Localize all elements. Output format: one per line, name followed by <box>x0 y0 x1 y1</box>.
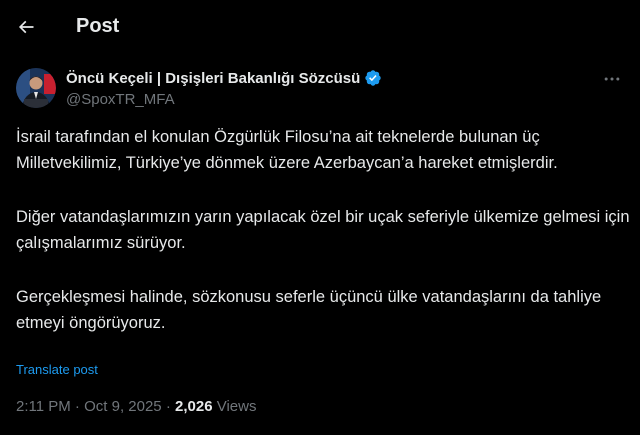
tweet-paragraph: Gerçekleşmesi halinde, sözkonusu seferle… <box>16 288 602 332</box>
post-time[interactable]: 2:11 PM <box>16 398 71 415</box>
name-row: Öncü Keçeli | Dışişleri Bakanlığı Sözcüs… <box>66 68 382 88</box>
verified-badge-icon[interactable] <box>364 69 382 87</box>
more-horizontal-icon <box>604 77 620 81</box>
avatar-image <box>16 68 56 108</box>
author-handle[interactable]: @SpoxTR_MFA <box>66 91 382 108</box>
tweet-meta: 2:11 PM · Oct 9, 2025 · 2,026 Views <box>16 398 256 415</box>
tweet-text: İsrail tarafından el konulan Özgürlük Fi… <box>16 124 631 336</box>
more-options-button[interactable] <box>598 68 626 90</box>
back-button[interactable] <box>8 9 44 45</box>
author-info: Öncü Keçeli | Dışişleri Bakanlığı Sözcüs… <box>66 68 382 108</box>
translate-post-link[interactable]: Translate post <box>16 362 98 377</box>
author-display-name[interactable]: Öncü Keçeli | Dışişleri Bakanlığı Sözcüs… <box>66 70 360 87</box>
views-count[interactable]: 2,026 <box>175 398 213 415</box>
tweet-paragraph: İsrail tarafından el konulan Özgürlük Fi… <box>16 128 558 172</box>
avatar[interactable] <box>16 68 56 108</box>
meta-separator: · <box>165 398 171 415</box>
tweet-paragraph: Diğer vatandaşlarımızın yarın yapılacak … <box>16 208 630 252</box>
top-bar: Post <box>0 0 640 54</box>
post-date[interactable]: Oct 9, 2025 <box>84 398 162 415</box>
meta-separator: · <box>74 398 80 415</box>
arrow-left-icon <box>18 20 34 34</box>
page-title: Post <box>76 15 120 37</box>
views-label: Views <box>216 398 257 415</box>
